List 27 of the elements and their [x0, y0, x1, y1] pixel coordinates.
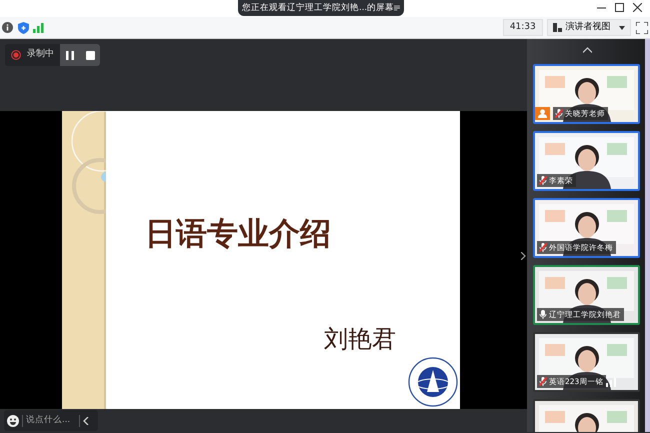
slide-author: 刘艳君 — [324, 324, 396, 355]
maximize-icon[interactable] — [615, 3, 624, 12]
pause-icon — [66, 50, 74, 60]
collapse-chevron-icon[interactable] — [83, 416, 89, 424]
emoji-icon[interactable] — [7, 414, 19, 426]
stop-icon — [86, 50, 94, 60]
shield-icon[interactable] — [18, 22, 29, 34]
slide-title: 日语专业介绍 — [145, 215, 331, 254]
chat-input[interactable]: 说点什么... — [26, 414, 76, 427]
recording-label: 录制中 — [27, 48, 54, 62]
chat-field[interactable]: 说点什么... — [4, 410, 98, 431]
layout-icon — [553, 23, 562, 32]
view-mode-dropdown[interactable]: 演讲者视图 — [547, 19, 632, 36]
record-icon — [11, 50, 21, 60]
list-icon[interactable] — [394, 4, 400, 12]
meeting-timer: 41:33 — [502, 19, 543, 36]
caret-icon — [619, 26, 626, 30]
stop-button[interactable] — [80, 44, 100, 66]
expand-chevron-icon[interactable] — [521, 252, 526, 260]
scrollbar[interactable] — [645, 39, 650, 432]
fullscreen-icon[interactable] — [636, 22, 648, 34]
info-icon[interactable] — [2, 22, 14, 33]
banner-text: 您正在观看辽宁理工学院刘艳...的屏幕 — [242, 2, 394, 14]
close-icon[interactable] — [633, 3, 642, 12]
signal-icon[interactable] — [33, 22, 44, 32]
pause-button[interactable] — [60, 44, 80, 66]
scroll-up-chevron-icon[interactable] — [583, 47, 592, 53]
